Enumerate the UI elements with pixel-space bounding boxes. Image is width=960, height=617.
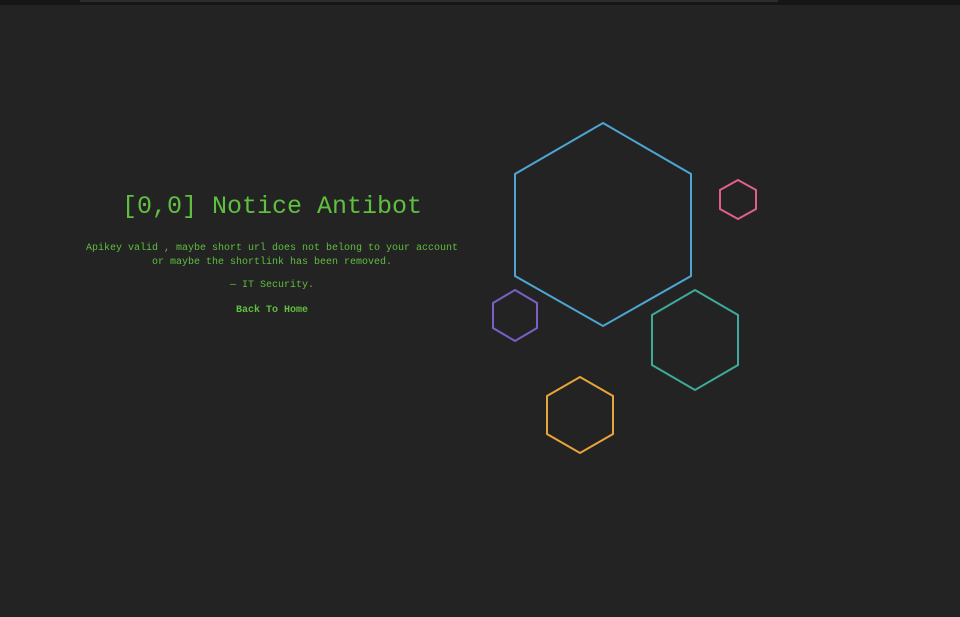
hexagon-small-purple: [492, 288, 538, 343]
hexagon-medium-orange: [546, 375, 614, 455]
hexagon-small-pink: [719, 178, 757, 221]
antibot-notice-page: [0,0] Notice Antibot Apikey valid , mayb…: [0, 0, 960, 617]
hexagon-medium-teal: [651, 288, 739, 392]
hexagon-large-blue: [514, 121, 692, 328]
hexagon-decoration: [492, 121, 757, 455]
